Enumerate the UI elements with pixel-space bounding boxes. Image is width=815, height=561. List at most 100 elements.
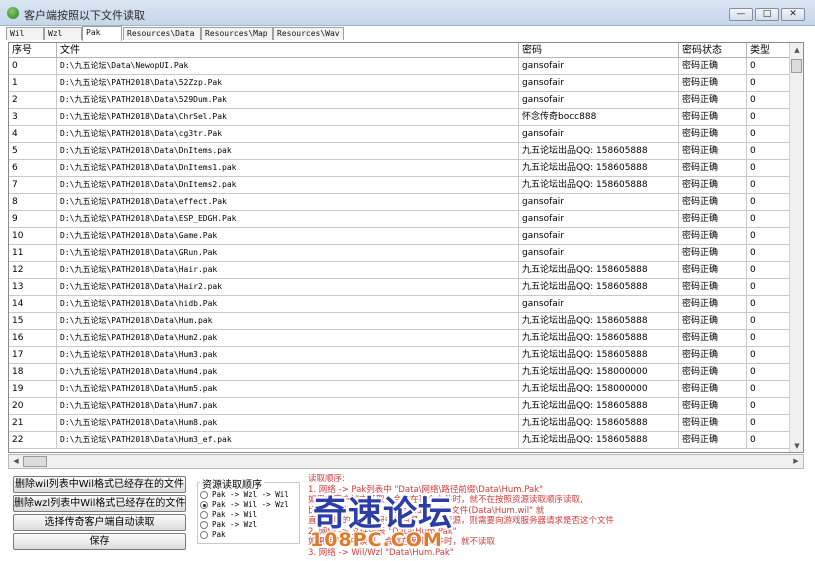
- minimize-button[interactable]: —: [729, 8, 753, 21]
- row-file-path: D:\九五论坛\PATH2018\Data\52Zzp.Pak: [57, 75, 519, 92]
- delete-wzl-duplicates-button[interactable]: 删除wzl列表中Wil格式已经存在的文件: [13, 495, 186, 512]
- row-index: 9: [9, 211, 57, 228]
- horizontal-scrollbar[interactable]: ◀ ▶: [8, 454, 804, 469]
- vertical-scrollbar[interactable]: ▲ ▼: [789, 43, 803, 452]
- row-password: 九五论坛出品QQ: 158605888: [519, 160, 679, 177]
- table-row[interactable]: 5 D:\九五论坛\PATH2018\Data\DnItems.pak 九五论坛出品…: [9, 143, 790, 160]
- row-password-status: 密码正确: [679, 398, 747, 415]
- table-row[interactable]: 22 D:\九五论坛\PATH2018\Data\Hum3_ef.pak 九五论坛出…: [9, 432, 790, 449]
- table-row[interactable]: 15 D:\九五论坛\PATH2018\Data\Hum.pak 九五论坛出品QQ:…: [9, 313, 790, 330]
- scroll-right-icon[interactable]: ▶: [789, 455, 803, 468]
- close-button[interactable]: ✕: [781, 8, 805, 21]
- row-password-status: 密码正确: [679, 415, 747, 432]
- row-password-status: 密码正确: [679, 143, 747, 160]
- tab-wzl[interactable]: Wzl: [44, 27, 82, 40]
- table-row[interactable]: 3 D:\九五论坛\PATH2018\Data\ChrSel.Pak 怀念传奇boc…: [9, 109, 790, 126]
- column-header-password[interactable]: 密码: [519, 43, 679, 58]
- table-row[interactable]: 20 D:\九五论坛\PATH2018\Data\Hum7.pak 九五论坛出品QQ…: [9, 398, 790, 415]
- tab-pak[interactable]: Pak: [82, 26, 122, 41]
- watermark-url: 108PC.COM: [310, 529, 443, 551]
- row-type: 0: [747, 398, 790, 415]
- maximize-button[interactable]: □: [755, 8, 779, 21]
- scroll-left-icon[interactable]: ◀: [9, 455, 23, 468]
- table-row[interactable]: 13 D:\九五论坛\PATH2018\Data\Hair2.pak 九五论坛出品Q…: [9, 279, 790, 296]
- table-row[interactable]: 7 D:\九五论坛\PATH2018\Data\DnItems2.pak 九五论坛出…: [9, 177, 790, 194]
- row-file-path: D:\九五论坛\PATH2018\Data\ESP_EDGH.Pak: [57, 211, 519, 228]
- row-password: gansofair: [519, 228, 679, 245]
- load-order-option[interactable]: Pak -> Wzl: [200, 520, 257, 530]
- radio-button[interactable]: [200, 521, 208, 529]
- load-order-option[interactable]: Pak -> Wzl -> Wil: [200, 490, 289, 500]
- row-file-path: D:\九五论坛\PATH2018\Data\Hum4.pak: [57, 364, 519, 381]
- row-file-path: D:\九五论坛\PATH2018\Data\Game.Pak: [57, 228, 519, 245]
- row-password-status: 密码正确: [679, 109, 747, 126]
- table-row[interactable]: 1 D:\九五论坛\PATH2018\Data\52Zzp.Pak gansofai…: [9, 75, 790, 92]
- file-table[interactable]: 序号 文件 密码 密码状态 类型 0 D:\九五论坛\Data\NewopUI.P…: [8, 42, 804, 453]
- load-order-option[interactable]: Pak: [200, 530, 226, 540]
- tab-resources-data[interactable]: Resources\Data: [123, 27, 201, 40]
- auto-read-client-button[interactable]: 选择传奇客户端自动读取: [13, 514, 186, 531]
- vertical-scroll-thumb[interactable]: [791, 59, 802, 73]
- row-file-path: D:\九五论坛\PATH2018\Data\hidb.Pak: [57, 296, 519, 313]
- column-header-file[interactable]: 文件: [57, 43, 519, 58]
- radio-button[interactable]: [200, 511, 208, 519]
- scroll-down-icon[interactable]: ▼: [790, 439, 803, 452]
- table-row[interactable]: 19 D:\九五论坛\PATH2018\Data\Hum5.pak 九五论坛出品QQ…: [9, 381, 790, 398]
- row-index: 4: [9, 126, 57, 143]
- table-row[interactable]: 18 D:\九五论坛\PATH2018\Data\Hum4.pak 九五论坛出品QQ…: [9, 364, 790, 381]
- app-icon: [7, 7, 19, 19]
- row-password: 九五论坛出品QQ: 158605888: [519, 398, 679, 415]
- load-order-option[interactable]: Pak -> Wil: [200, 510, 257, 520]
- row-password: gansofair: [519, 75, 679, 92]
- radio-button[interactable]: [200, 531, 208, 539]
- table-row[interactable]: 21 D:\九五论坛\PATH2018\Data\Hum8.pak 九五论坛出品QQ…: [9, 415, 790, 432]
- row-password-status: 密码正确: [679, 279, 747, 296]
- row-password-status: 密码正确: [679, 92, 747, 109]
- delete-wil-duplicates-button[interactable]: 删除wil列表中Wil格式已经存在的文件: [13, 476, 186, 493]
- horizontal-scroll-thumb[interactable]: [23, 456, 47, 467]
- row-password-status: 密码正确: [679, 228, 747, 245]
- row-type: 0: [747, 177, 790, 194]
- table-row[interactable]: 8 D:\九五论坛\PATH2018\Data\effect.Pak gansofa…: [9, 194, 790, 211]
- radio-button[interactable]: [200, 491, 208, 499]
- column-header-type[interactable]: 类型: [747, 43, 790, 58]
- column-header-password-status[interactable]: 密码状态: [679, 43, 747, 58]
- save-button[interactable]: 保存: [13, 533, 186, 550]
- row-password: 九五论坛出品QQ: 158605888: [519, 143, 679, 160]
- row-password: 九五论坛出品QQ: 158605888: [519, 432, 679, 449]
- scroll-up-icon[interactable]: ▲: [790, 43, 803, 57]
- row-type: 0: [747, 109, 790, 126]
- row-type: 0: [747, 262, 790, 279]
- table-row[interactable]: 16 D:\九五论坛\PATH2018\Data\Hum2.pak 九五论坛出品QQ…: [9, 330, 790, 347]
- table-row[interactable]: 11 D:\九五论坛\PATH2018\Data\GRun.Pak gansofai…: [9, 245, 790, 262]
- row-password: 九五论坛出品QQ: 158605888: [519, 279, 679, 296]
- table-row[interactable]: 17 D:\九五论坛\PATH2018\Data\Hum3.pak 九五论坛出品QQ…: [9, 347, 790, 364]
- table-row[interactable]: 12 D:\九五论坛\PATH2018\Data\Hair.pak 九五论坛出品QQ…: [9, 262, 790, 279]
- load-order-option[interactable]: Pak -> Wil -> Wzl: [200, 500, 289, 510]
- row-index: 8: [9, 194, 57, 211]
- table-row[interactable]: 14 D:\九五论坛\PATH2018\Data\hidb.Pak gansofai…: [9, 296, 790, 313]
- row-type: 0: [747, 432, 790, 449]
- row-password: 九五论坛出品QQ: 158000000: [519, 364, 679, 381]
- row-index: 1: [9, 75, 57, 92]
- tab-resources-map[interactable]: Resources\Map: [201, 27, 273, 40]
- row-password: gansofair: [519, 296, 679, 313]
- row-password: 九五论坛出品QQ: 158605888: [519, 177, 679, 194]
- row-type: 0: [747, 381, 790, 398]
- table-row[interactable]: 0 D:\九五论坛\Data\NewopUI.Pak gansofair 密码正确 0: [9, 58, 790, 75]
- radio-button[interactable]: [200, 501, 208, 509]
- load-order-option-label: Pak -> Wil -> Wzl: [212, 500, 289, 509]
- row-password: gansofair: [519, 92, 679, 109]
- table-row[interactable]: 9 D:\九五论坛\PATH2018\Data\ESP_EDGH.Pak ganso…: [9, 211, 790, 228]
- tab-wil[interactable]: Wil: [6, 27, 44, 40]
- row-password-status: 密码正确: [679, 364, 747, 381]
- tab-resources-wav[interactable]: Resources\Wav: [273, 27, 344, 40]
- row-password-status: 密码正确: [679, 194, 747, 211]
- table-row[interactable]: 10 D:\九五论坛\PATH2018\Data\Game.Pak gansofai…: [9, 228, 790, 245]
- row-type: 0: [747, 211, 790, 228]
- row-index: 2: [9, 92, 57, 109]
- table-row[interactable]: 6 D:\九五论坛\PATH2018\Data\DnItems1.pak 九五论坛出…: [9, 160, 790, 177]
- table-row[interactable]: 2 D:\九五论坛\PATH2018\Data\529Dum.Pak gansofa…: [9, 92, 790, 109]
- table-row[interactable]: 4 D:\九五论坛\PATH2018\Data\cg3tr.Pak gansofai…: [9, 126, 790, 143]
- column-header-index[interactable]: 序号: [9, 43, 57, 58]
